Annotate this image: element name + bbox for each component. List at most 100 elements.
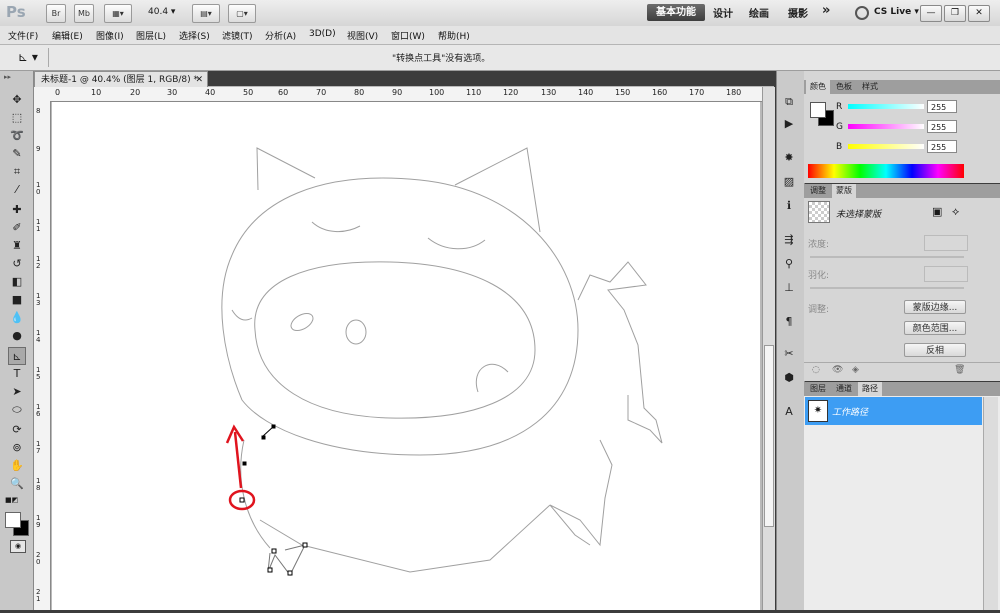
tab-channels[interactable]: 通道 xyxy=(832,382,856,396)
menu-view[interactable]: 视图(V) xyxy=(347,29,378,42)
menu-help[interactable]: 帮助(H) xyxy=(438,29,470,42)
menu-filter[interactable]: 滤镜(T) xyxy=(222,29,253,42)
3d-panel-icon[interactable]: ⬢ xyxy=(781,370,797,386)
menu-file[interactable]: 文件(F) xyxy=(8,29,38,42)
feather-field[interactable] xyxy=(924,266,968,282)
crop-tool-icon[interactable]: ⌗ xyxy=(8,163,26,181)
3d-orbit-tool-icon[interactable]: ⊚ xyxy=(8,439,26,457)
restore-button[interactable]: ❐ xyxy=(944,5,966,22)
blur-tool-icon[interactable]: 💧 xyxy=(8,309,26,327)
density-field[interactable] xyxy=(924,235,968,251)
move-tool-icon[interactable]: ✥ xyxy=(8,91,26,109)
path-selection-tool-icon[interactable]: ➤ xyxy=(8,383,26,401)
ruler-origin[interactable] xyxy=(34,87,53,102)
quick-selection-tool-icon[interactable]: ✎ xyxy=(8,145,26,163)
invert-button[interactable]: 反相 xyxy=(904,343,966,357)
tab-masks[interactable]: 蒙版 xyxy=(832,184,856,198)
brush-presets-panel-icon[interactable]: ⚲ xyxy=(781,256,797,272)
quick-mask-icon[interactable]: ◉ xyxy=(10,540,26,553)
mask-edge-button[interactable]: 蒙版边缘... xyxy=(904,300,966,314)
channel-g-slider[interactable] xyxy=(848,124,924,129)
clone-source-panel-icon[interactable]: ⊥ xyxy=(781,280,797,296)
close-tab-icon[interactable]: ✕ xyxy=(195,72,203,88)
arrange-documents-button[interactable]: ▤▾ xyxy=(192,4,220,23)
feather-slider[interactable] xyxy=(810,287,964,289)
canvas[interactable] xyxy=(52,102,760,610)
healing-brush-tool-icon[interactable]: ✚ xyxy=(8,201,26,219)
menu-image[interactable]: 图像(I) xyxy=(96,29,124,42)
paragraph-panel-icon[interactable]: ¶ xyxy=(781,314,797,330)
color-spectrum-bar[interactable] xyxy=(808,164,964,178)
vertical-scroll-thumb[interactable] xyxy=(764,345,774,527)
close-icon: ✕ xyxy=(975,8,983,18)
histogram-panel-icon[interactable]: ▨ xyxy=(781,174,797,190)
mini-bridge-button[interactable]: Mb xyxy=(74,4,94,23)
history-brush-tool-icon[interactable]: ↺ xyxy=(8,255,26,273)
document-tab[interactable]: 未标题-1 @ 40.4% (图层 1, RGB/8) * ✕ xyxy=(34,71,208,87)
workspace-essentials[interactable]: 基本功能 xyxy=(647,4,705,21)
hand-tool-icon[interactable]: ✋ xyxy=(8,457,26,475)
history-panel-icon[interactable]: ⧉ xyxy=(781,94,797,110)
load-selection-icon[interactable]: ◌ xyxy=(812,365,820,375)
bridge-button[interactable]: Br xyxy=(46,4,66,23)
actions-panel-icon[interactable]: ▶ xyxy=(781,116,797,132)
menu-analysis[interactable]: 分析(A) xyxy=(265,29,296,42)
menu-edit[interactable]: 编辑(E) xyxy=(52,29,83,42)
apply-mask-icon[interactable]: ◈ xyxy=(852,365,859,375)
lasso-tool-icon[interactable]: ➰ xyxy=(8,127,26,145)
zoom-tool-icon[interactable]: 🔍 xyxy=(8,475,26,493)
menu-3d[interactable]: 3D(D) xyxy=(309,29,336,39)
menu-window[interactable]: 窗口(W) xyxy=(391,29,425,42)
tool-preset-picker[interactable]: ⊾ ▾ xyxy=(18,50,38,64)
workspace-painting[interactable]: 绘画 xyxy=(749,5,769,20)
pixel-mask-icon[interactable]: ▣ xyxy=(932,205,942,218)
tab-paths[interactable]: 路径 xyxy=(858,382,882,396)
delete-mask-icon[interactable]: 🗑 xyxy=(954,365,965,375)
channel-r-slider[interactable] xyxy=(848,104,924,109)
info-panel-icon[interactable]: ℹ xyxy=(781,198,797,214)
toggle-mask-icon[interactable]: 👁 xyxy=(832,365,843,375)
3d-rotate-tool-icon[interactable]: ⟳ xyxy=(8,421,26,439)
cslive-menu[interactable]: CS Live ▾ xyxy=(874,7,919,17)
eraser-tool-icon[interactable]: ◧ xyxy=(8,273,26,291)
gradient-tool-icon[interactable]: ■ xyxy=(8,291,26,309)
workspace-design[interactable]: 设计 xyxy=(713,5,733,20)
tab-color[interactable]: 颜色 xyxy=(806,80,830,94)
color-range-button[interactable]: 颜色范围... xyxy=(904,321,966,335)
tab-swatches[interactable]: 色板 xyxy=(832,80,856,94)
menu-select[interactable]: 选择(S) xyxy=(179,29,210,42)
character-panel-icon[interactable]: A xyxy=(781,404,797,420)
screen-mode-button[interactable]: ▢▾ xyxy=(228,4,256,23)
eyedropper-tool-icon[interactable]: ⁄ xyxy=(8,181,26,199)
dodge-tool-icon[interactable]: ● xyxy=(8,327,26,345)
close-button[interactable]: ✕ xyxy=(968,5,990,22)
menu-layer[interactable]: 图层(L) xyxy=(136,29,166,42)
brush-tool-icon[interactable]: ✐ xyxy=(8,219,26,237)
clone-stamp-tool-icon[interactable]: ♜ xyxy=(8,237,26,255)
workspace-photography[interactable]: 摄影 xyxy=(788,5,808,20)
tab-styles[interactable]: 样式 xyxy=(858,80,882,94)
tools-collapse-icon[interactable]: ▸▸ xyxy=(4,73,11,81)
channel-b-slider[interactable] xyxy=(848,144,924,149)
zoom-level[interactable]: 40.4 ▾ xyxy=(148,7,175,17)
tool-presets-panel-icon[interactable]: ✂ xyxy=(781,346,797,362)
ellipse-tool-icon[interactable]: ⬭ xyxy=(8,401,26,419)
convert-point-tool-icon[interactable]: ⊾ xyxy=(8,347,26,365)
density-slider[interactable] xyxy=(810,256,964,258)
tab-adjustments[interactable]: 调整 xyxy=(806,184,830,198)
paths-scrollbar[interactable] xyxy=(983,397,998,610)
channel-r-value[interactable]: 255 xyxy=(927,100,957,113)
more-workspaces-button[interactable]: » xyxy=(822,3,830,18)
tab-layers[interactable]: 图层 xyxy=(806,382,830,396)
channel-b-value[interactable]: 255 xyxy=(927,140,957,153)
color-panel-foreground[interactable] xyxy=(810,102,826,118)
default-colors-icon[interactable]: ■◩ xyxy=(5,496,18,504)
vector-mask-icon[interactable]: ⟡ xyxy=(952,205,959,219)
view-extras-button[interactable]: ▦▾ xyxy=(104,4,132,23)
brushes-panel-icon[interactable]: ⇶ xyxy=(781,232,797,248)
type-tool-icon[interactable]: T xyxy=(8,365,26,383)
channel-g-value[interactable]: 255 xyxy=(927,120,957,133)
navigator-panel-icon[interactable]: ✸ xyxy=(781,150,797,166)
minimize-button[interactable]: — xyxy=(920,5,942,22)
marquee-tool-icon[interactable]: ⬚ xyxy=(8,109,26,127)
